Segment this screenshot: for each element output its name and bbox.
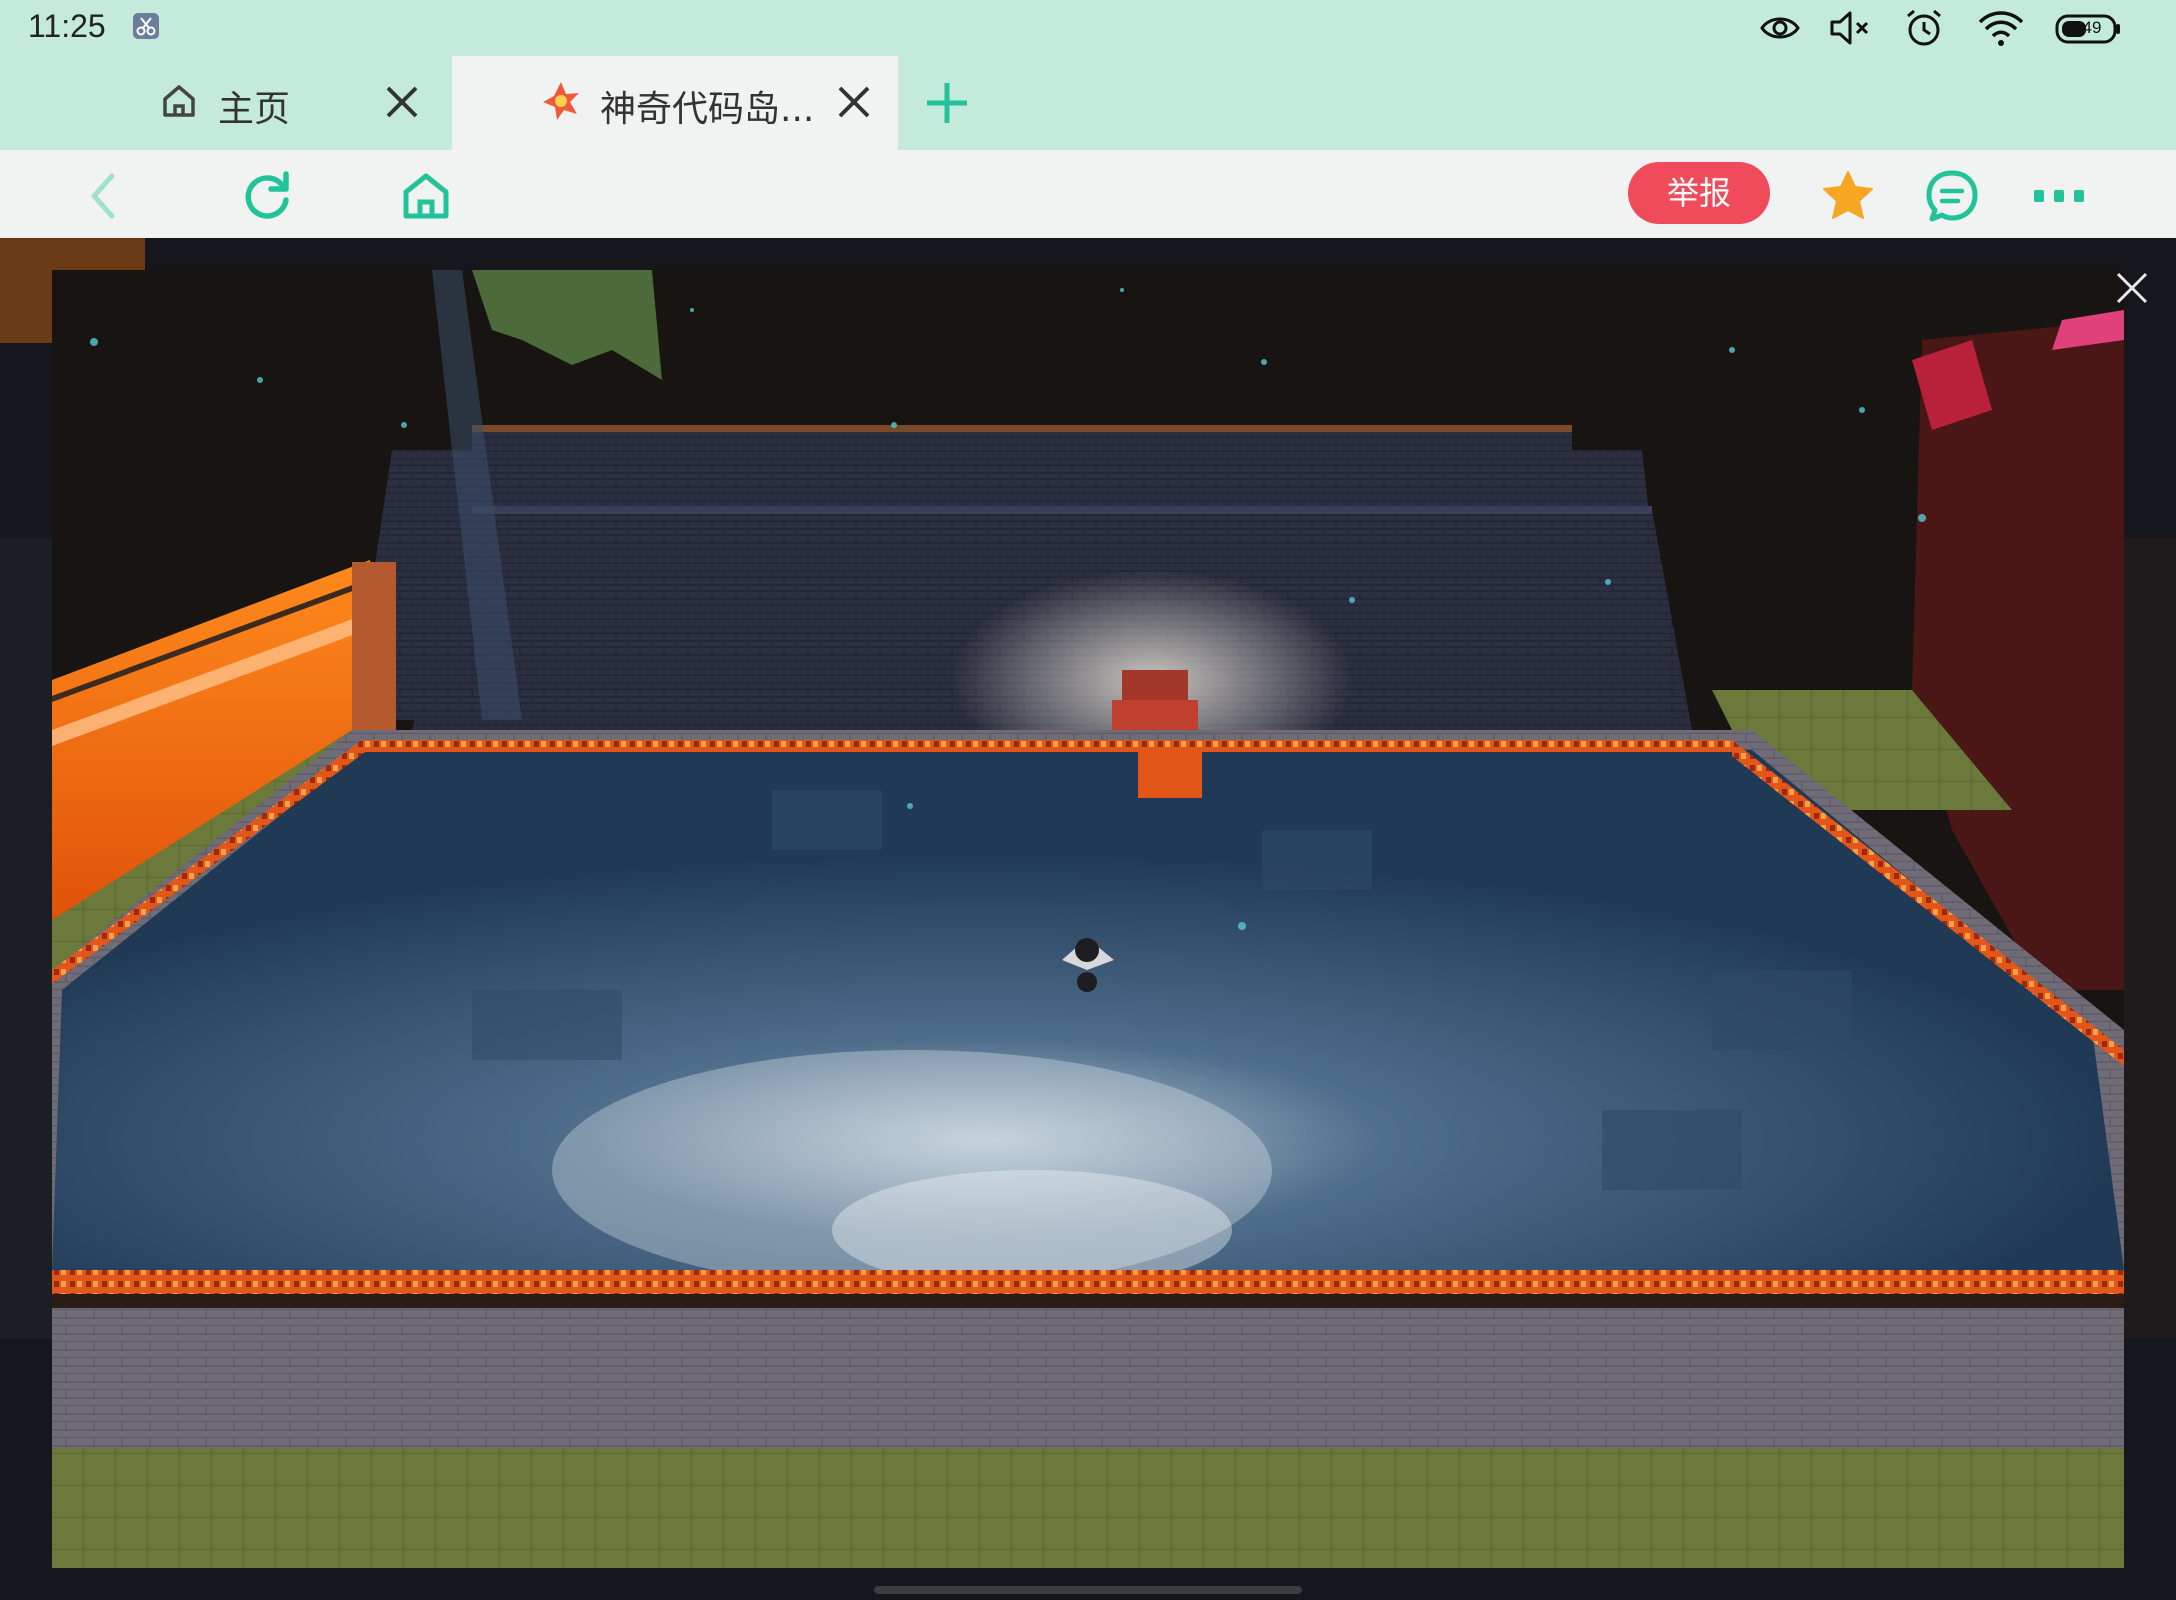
plus-icon[interactable] bbox=[922, 78, 972, 128]
web-content bbox=[0, 238, 2176, 1600]
comment-icon[interactable] bbox=[1924, 168, 1980, 224]
tab-codeisland[interactable]: 神奇代码岛... bbox=[452, 56, 898, 150]
browser-toolbar: 举报 bbox=[0, 150, 2176, 238]
report-button[interactable]: 举报 bbox=[1628, 162, 1770, 224]
game-viewport[interactable] bbox=[52, 270, 2124, 1568]
battery-level: 49 bbox=[2082, 18, 2102, 37]
tab-home[interactable]: 主页 bbox=[0, 56, 448, 150]
star-icon[interactable] bbox=[1820, 168, 1876, 224]
mute-icon bbox=[1830, 11, 1869, 45]
scissors-icon bbox=[133, 13, 159, 39]
home-icon bbox=[163, 85, 195, 117]
tab-strip: 主页 神奇代码岛... bbox=[0, 56, 2176, 150]
tab-title: 神奇代码岛... bbox=[600, 89, 815, 130]
codeisland-logo-icon bbox=[543, 82, 579, 120]
home-icon[interactable] bbox=[398, 168, 454, 224]
eye-icon bbox=[1760, 17, 1800, 39]
home-indicator[interactable] bbox=[874, 1586, 1302, 1594]
refresh-icon[interactable] bbox=[240, 168, 296, 224]
wifi-icon bbox=[1978, 11, 2024, 46]
alarm-icon bbox=[1907, 9, 1941, 46]
status-bar: 11:25 49 bbox=[0, 0, 2176, 56]
more-icon[interactable] bbox=[2030, 168, 2092, 224]
status-time: 11:25 bbox=[28, 8, 106, 44]
close-icon[interactable] bbox=[2112, 268, 2152, 308]
game-scene[interactable] bbox=[52, 270, 2124, 1568]
battery-icon: 49 bbox=[2054, 6, 2122, 50]
close-tab-icon[interactable] bbox=[834, 82, 874, 122]
background-panel bbox=[2124, 538, 2176, 1338]
background-panel bbox=[0, 538, 52, 1338]
close-tab-icon[interactable] bbox=[382, 82, 422, 122]
tab-title: 主页 bbox=[218, 89, 291, 130]
back-arrow-icon[interactable] bbox=[78, 168, 134, 224]
